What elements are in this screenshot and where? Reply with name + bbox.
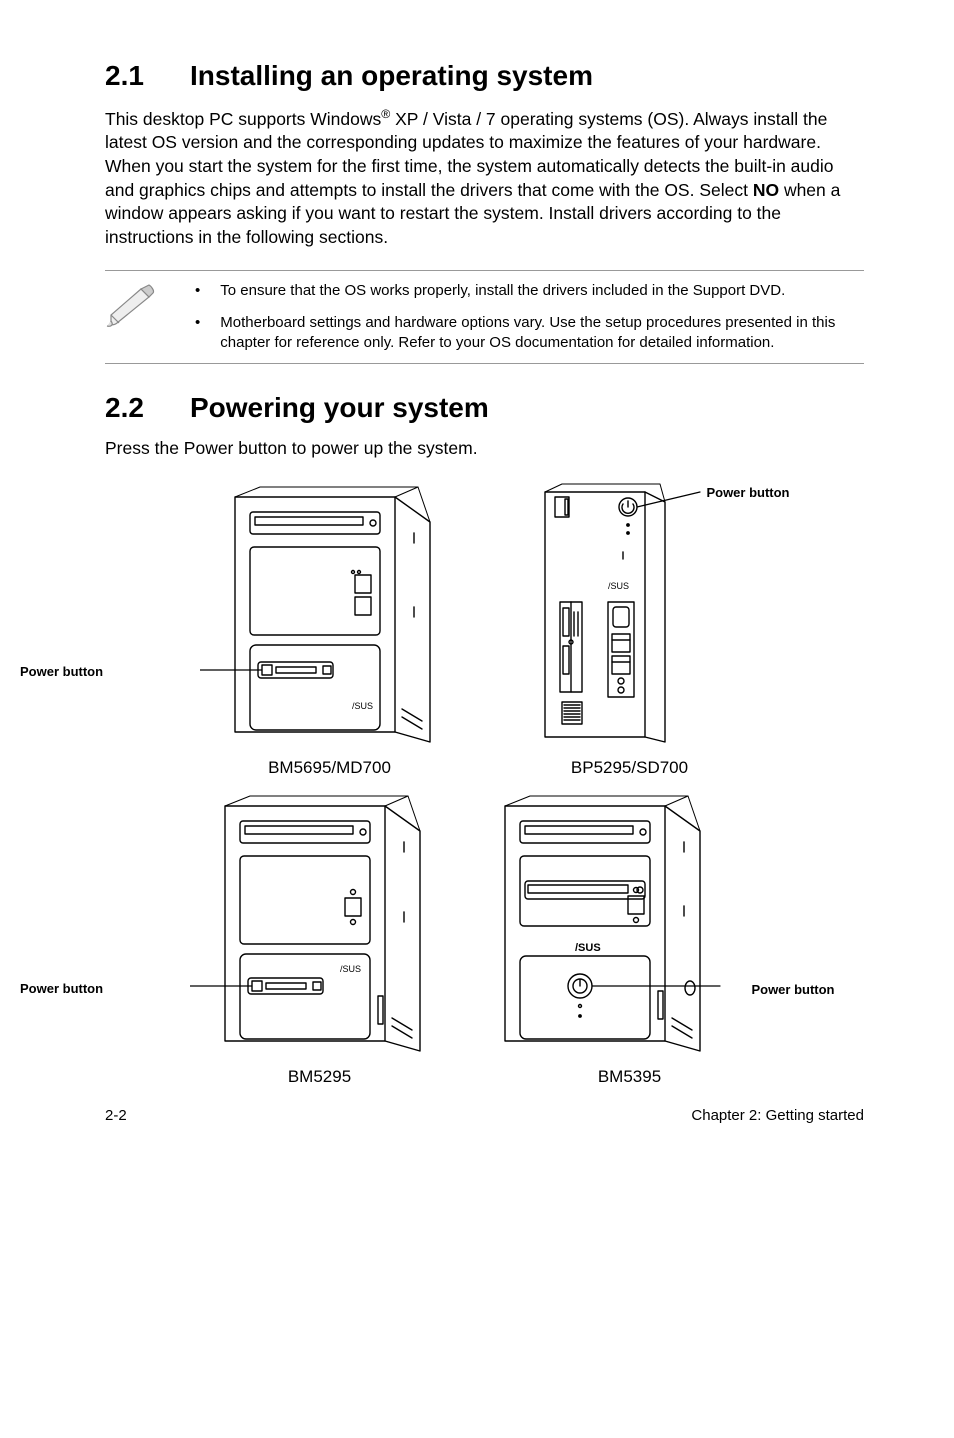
svg-text:/SUS: /SUS <box>352 701 373 711</box>
diagram-caption: BM5395 <box>480 1067 780 1087</box>
bullet: • <box>195 313 200 354</box>
diagram-bm5695: /SUS BM5695/MD700 <box>200 477 460 778</box>
diagram-row-1: Power button <box>105 477 864 778</box>
bullet: • <box>195 281 200 301</box>
section-title: Powering your system <box>190 392 489 423</box>
diagram-bp5295: Power button /SUS <box>490 477 770 778</box>
note-text: Motherboard settings and hardware option… <box>220 313 854 354</box>
diagram-caption: BM5295 <box>190 1067 450 1087</box>
note-list: • To ensure that the OS works properly, … <box>195 281 854 354</box>
note-block: • To ensure that the OS works properly, … <box>105 270 864 365</box>
pencil-icon <box>105 283 165 328</box>
svg-text:/SUS: /SUS <box>608 581 629 591</box>
note-item: • Motherboard settings and hardware opti… <box>195 313 854 354</box>
power-button-label: Power button <box>20 981 103 996</box>
diagram-bm5295: /SUS BM5295 <box>190 786 450 1087</box>
section-number: 2.1 <box>105 60 190 92</box>
power-button-label: Power button <box>20 664 103 679</box>
diagram-row-2: Power button <box>105 786 864 1087</box>
section1-paragraph: This desktop PC supports Windows® XP / V… <box>105 106 864 250</box>
section-heading: 2.1Installing an operating system <box>105 60 864 92</box>
section-number: 2.2 <box>105 392 190 424</box>
diagram-bm5395: Power button <box>480 786 780 1087</box>
page-footer: 2-2 Chapter 2: Getting started <box>105 1107 864 1124</box>
page-number: 2-2 <box>105 1107 127 1124</box>
note-text: To ensure that the OS works properly, in… <box>220 281 785 301</box>
svg-text:/SUS: /SUS <box>575 942 601 954</box>
power-button-label: Power button <box>706 485 789 500</box>
power-button-label: Power button <box>751 982 834 997</box>
note-item: • To ensure that the OS works properly, … <box>195 281 854 301</box>
chapter-label: Chapter 2: Getting started <box>691 1107 864 1124</box>
diagram-caption: BM5695/MD700 <box>200 758 460 778</box>
diagram-caption: BP5295/SD700 <box>490 758 770 778</box>
section-heading: 2.2Powering your system <box>105 392 864 424</box>
svg-text:/SUS: /SUS <box>340 964 361 974</box>
section2-paragraph: Press the Power button to power up the s… <box>105 438 864 459</box>
section-title: Installing an operating system <box>190 60 593 91</box>
